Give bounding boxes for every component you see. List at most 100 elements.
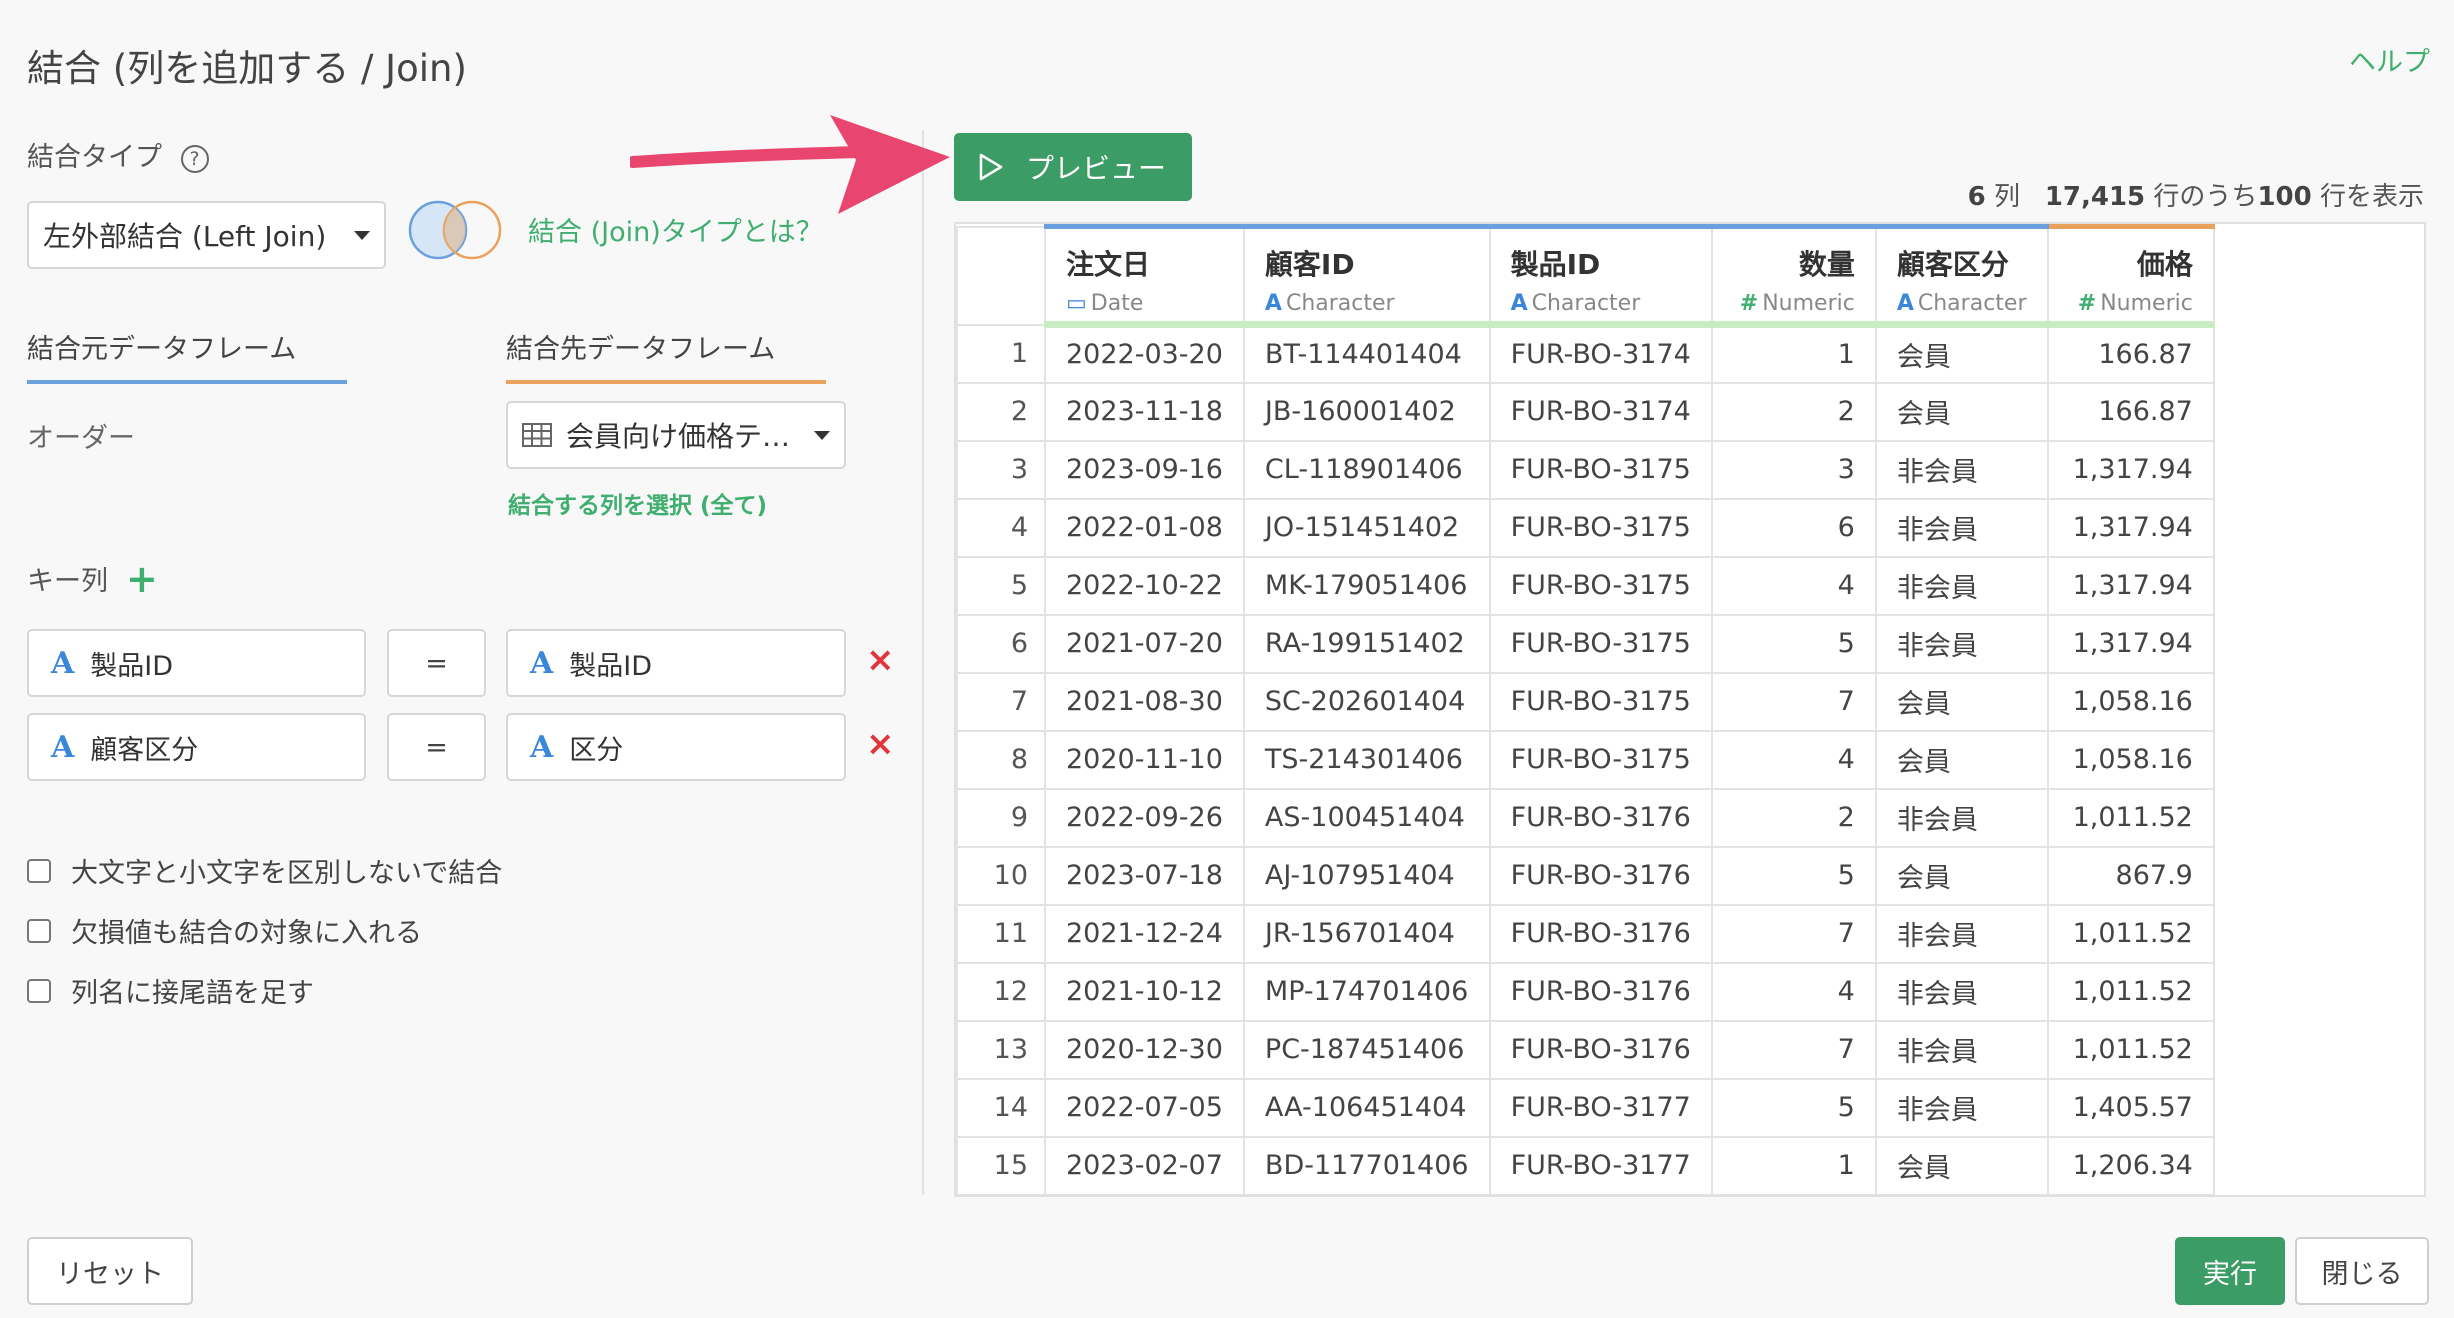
key-right-field-1[interactable]: A 製品ID	[506, 629, 846, 697]
option-add-suffix[interactable]: 列名に接尾語を足す	[27, 971, 314, 1010]
column-type-label: Numeric	[2100, 291, 2193, 316]
table-cell: AS-100451404	[1242, 787, 1491, 848]
table-cell: 5	[1710, 613, 1877, 674]
table-row: 5 2022-10-22 MK-179051406 FUR-BO-3175 4 非会員 1,…	[956, 555, 2215, 616]
table-cell: 2021-07-20	[1044, 613, 1245, 674]
key-left-field-2[interactable]: A 顧客区分	[27, 713, 366, 781]
help-link[interactable]: ヘルプ	[2349, 40, 2430, 79]
column-type: ▭ Date	[1066, 291, 1223, 316]
table-cell: 2022-01-08	[1044, 497, 1245, 558]
character-icon: A	[1510, 291, 1528, 316]
table-cell: 1,317.94	[2046, 497, 2215, 558]
run-button[interactable]: 実行	[2175, 1237, 2285, 1305]
key-operator-2[interactable]: =	[387, 713, 486, 781]
table-cell: FUR-BO-3175	[1488, 729, 1713, 790]
key-operator-1[interactable]: =	[387, 629, 486, 697]
row-number: 7	[956, 671, 1046, 732]
table-cell: 4	[1710, 729, 1877, 790]
row-number: 3	[956, 439, 1046, 500]
dialog-title: 結合 (列を追加する / Join)	[27, 47, 467, 90]
table-cell: FUR-BO-3176	[1488, 903, 1713, 964]
table-cell: 2021-08-30	[1044, 671, 1245, 732]
row-number: 6	[956, 613, 1046, 674]
key-right-value: 製品ID	[569, 650, 653, 682]
table-cell: JB-160001402	[1242, 381, 1491, 442]
reset-button[interactable]: リセット	[27, 1237, 193, 1305]
table-cell: 6	[1710, 497, 1877, 558]
table-cell: 1,011.52	[2046, 787, 2215, 848]
table-cell: FUR-BO-3177	[1488, 1077, 1713, 1138]
preview-button[interactable]: プレビュー	[954, 133, 1192, 201]
column-type-label: Character	[1531, 291, 1641, 316]
table-cell: 7	[1710, 903, 1877, 964]
table-cell: FUR-BO-3176	[1488, 961, 1713, 1022]
preview-table[interactable]: 注文日 ▭ Date 顧客ID A Character 製品ID A Characte…	[954, 222, 2426, 1197]
select-columns-link[interactable]: 結合する列を選択 (全て)	[508, 486, 767, 520]
table-cell: 非会員	[1874, 903, 2049, 964]
play-icon	[979, 153, 1003, 181]
delete-key-icon[interactable]: ×	[866, 640, 895, 680]
column-header-product-id[interactable]: 製品ID A Character	[1488, 224, 1713, 328]
table-cell: RA-199151402	[1242, 613, 1491, 674]
column-name: 注文日	[1066, 248, 1151, 281]
key-right-field-2[interactable]: A 区分	[506, 713, 846, 781]
table-cell: JO-151451402	[1242, 497, 1491, 558]
venn-diagram-icon	[408, 200, 502, 260]
row-number: 2	[956, 381, 1046, 442]
add-key-icon[interactable]: +	[126, 560, 158, 598]
tab-target-dataframe[interactable]: 結合先データフレーム	[506, 327, 826, 384]
table-cell: FUR-BO-3175	[1488, 671, 1713, 732]
column-header-price[interactable]: 価格 # Numeric	[2046, 224, 2215, 328]
checkbox[interactable]	[27, 858, 51, 883]
option-include-missing[interactable]: 欠損値も結合の対象に入れる	[27, 911, 422, 950]
chevron-down-icon	[354, 230, 370, 240]
close-button[interactable]: 閉じる	[2295, 1237, 2429, 1305]
tab-source-dataframe[interactable]: 結合元データフレーム	[27, 327, 347, 384]
column-name: 価格	[2136, 248, 2193, 281]
column-name: 顧客区分	[1896, 248, 2009, 281]
target-dataframe-select[interactable]: 会員向け価格テー...	[506, 401, 846, 469]
join-type-label-row: 結合タイプ ?	[27, 135, 209, 174]
column-header-customer-segment[interactable]: 顧客区分 A Character	[1874, 224, 2049, 328]
numeric-icon: #	[1739, 291, 1759, 316]
help-icon[interactable]: ?	[180, 144, 209, 173]
key-left-field-1[interactable]: A 製品ID	[27, 629, 366, 697]
join-type-label: 結合タイプ	[27, 142, 162, 173]
table-cell: 4	[1710, 961, 1877, 1022]
calendar-icon: ▭	[1066, 291, 1087, 316]
table-row: 12 2021-10-12 MP-174701406 FUR-BO-3176 4 非会員 1…	[956, 961, 2215, 1022]
table-row: 15 2023-02-07 BD-117701406 FUR-BO-3177 1 会員 1,…	[956, 1135, 2215, 1195]
table-cell: MK-179051406	[1242, 555, 1491, 616]
table-cell: 2	[1710, 787, 1877, 848]
table-cell: 1,011.52	[2046, 903, 2215, 964]
table-cell: 会員	[1874, 1135, 2049, 1195]
column-header-quantity[interactable]: 数量 # Numeric	[1710, 224, 1877, 328]
row-number: 12	[956, 961, 1046, 1022]
join-type-select[interactable]: 左外部結合 (Left Join)	[27, 201, 386, 269]
column-type-label: Date	[1090, 291, 1144, 316]
table-cell: TS-214301406	[1242, 729, 1491, 790]
option-case-insensitive[interactable]: 大文字と小文字を区別しないで結合	[27, 851, 502, 890]
character-type-icon: A	[530, 645, 554, 681]
target-dataframe-selected: 会員向け価格テー...	[566, 420, 806, 453]
checkbox[interactable]	[27, 978, 51, 1003]
table-cell: 1,011.52	[2046, 1019, 2215, 1080]
table-cell: 2022-07-05	[1044, 1077, 1245, 1138]
column-header-customer-id[interactable]: 顧客ID A Character	[1242, 224, 1491, 328]
table-cell: 5	[1710, 845, 1877, 906]
table-cell: 1,317.94	[2046, 555, 2215, 616]
column-header-order-date[interactable]: 注文日 ▭ Date	[1044, 224, 1245, 328]
column-type: # Numeric	[2069, 291, 2193, 316]
table-row: 10 2023-07-18 AJ-107951404 FUR-BO-3176 5 会員 86…	[956, 845, 2215, 906]
table-row: 8 2020-11-10 TS-214301406 FUR-BO-3175 4 会員 1,0…	[956, 729, 2215, 790]
checkbox[interactable]	[27, 918, 51, 943]
key-columns-label: キー列	[27, 566, 108, 597]
row-number: 15	[956, 1135, 1046, 1195]
table-cell: FUR-BO-3175	[1488, 497, 1713, 558]
character-type-icon: A	[51, 645, 75, 681]
table-cell: 会員	[1874, 323, 2049, 384]
table-cell: 会員	[1874, 381, 2049, 442]
delete-key-icon[interactable]: ×	[866, 724, 895, 764]
row-number: 13	[956, 1019, 1046, 1080]
table-cell: BD-117701406	[1242, 1135, 1491, 1195]
